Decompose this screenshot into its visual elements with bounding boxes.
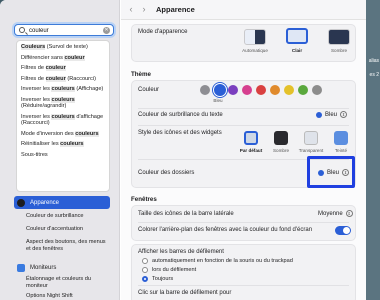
mode-auto-thumb[interactable] bbox=[244, 29, 266, 45]
selected-color-label: Bleu bbox=[213, 98, 223, 103]
clear-search-icon[interactable]: ✕ bbox=[103, 27, 110, 34]
folder-color-label: Couleur des dossiers bbox=[138, 170, 195, 176]
icon-style-transparent[interactable] bbox=[304, 131, 318, 145]
color-swatch[interactable] bbox=[284, 85, 294, 95]
forward-button[interactable]: › bbox=[138, 4, 150, 16]
mode-light-thumb[interactable] bbox=[286, 28, 308, 44]
system-settings-window: ✕ Couleurs (Survol de texte) Différencie… bbox=[0, 0, 366, 300]
icon-style-default[interactable] bbox=[244, 131, 258, 145]
radio-label: Toujours bbox=[152, 276, 174, 282]
divider bbox=[138, 125, 349, 126]
search-result[interactable]: Sous-titres bbox=[17, 152, 109, 159]
sidebar-item-monitors[interactable]: Moniteurs bbox=[14, 261, 110, 274]
icon-style-label-item: Par défaut bbox=[239, 148, 263, 153]
color-swatch[interactable] bbox=[242, 85, 252, 95]
highlight-color-popup[interactable]: Bleu ⇕ bbox=[316, 111, 348, 118]
icon-style-tinted[interactable] bbox=[334, 131, 348, 145]
tint-window-label: Colorer l'arrière-plan des fenêtres avec… bbox=[138, 227, 313, 233]
sidebar-icon-size-label: Taille des icônes de la barre latérale bbox=[138, 211, 234, 217]
scrollbars-label: Afficher les barres de défilement bbox=[138, 249, 224, 255]
color-swatch[interactable] bbox=[228, 85, 238, 95]
annotation-highlight-box bbox=[307, 156, 355, 188]
sidebar-subitem[interactable]: Options Night Shift bbox=[26, 293, 110, 300]
appearance-icon bbox=[17, 198, 25, 207]
search-result[interactable]: Filtres de couleur (Raccourci) bbox=[17, 75, 109, 83]
page-title: Apparence bbox=[156, 5, 195, 14]
scroll-option-scrolling[interactable]: lors du défilement bbox=[142, 267, 196, 273]
color-swatch[interactable] bbox=[270, 85, 280, 95]
theme-section-title: Thème bbox=[131, 71, 151, 78]
appearance-mode-label: Mode d'apparence bbox=[138, 29, 188, 35]
search-results-list: Couleurs (Survol de texte) Différencier … bbox=[16, 40, 110, 192]
radio-label: lors du défilement bbox=[152, 267, 197, 273]
search-result[interactable]: Différencier sans couleur bbox=[17, 54, 109, 62]
popup-value: Moyenne bbox=[318, 210, 343, 217]
windows-card: Taille des icônes de la barre latérale M… bbox=[131, 205, 356, 241]
search-result[interactable]: Inverser les couleurs (Réduire/agrandir) bbox=[17, 96, 109, 110]
divider bbox=[138, 285, 349, 286]
radio-button[interactable] bbox=[142, 276, 148, 282]
sidebar-item-appearance[interactable]: Apparence bbox=[14, 196, 110, 209]
mode-dark-thumb[interactable] bbox=[328, 29, 350, 45]
color-dot-icon bbox=[316, 111, 322, 118]
search-result[interactable]: Inverser les couleurs d'affichage (Racco… bbox=[17, 113, 109, 127]
titlebar: ‹ › Apparence bbox=[121, 0, 366, 20]
sidebar: ✕ Couleurs (Survol de texte) Différencie… bbox=[0, 0, 120, 300]
sidebar-icon-size-popup[interactable]: Moyenne ⇕ bbox=[318, 210, 353, 217]
divider bbox=[138, 222, 349, 223]
radio-label: automatiquement en fonction de la souris… bbox=[152, 258, 293, 264]
chevron-updown-icon: ⇕ bbox=[340, 111, 348, 118]
color-swatch[interactable] bbox=[298, 85, 308, 95]
search-result[interactable]: Mode d'inversion des couleurs bbox=[17, 130, 109, 138]
color-label: Couleur bbox=[138, 87, 160, 93]
sidebar-subitem[interactable]: Couleur d'accentuation bbox=[26, 226, 110, 233]
search-icon bbox=[19, 27, 25, 33]
search-result[interactable]: Couleurs (Survol de texte) bbox=[17, 44, 109, 51]
highlight-color-label: Couleur de surbrillance du texte bbox=[138, 112, 223, 118]
mode-option-label: Sombre bbox=[330, 48, 348, 53]
icon-style-label-item: Teinté bbox=[334, 148, 348, 153]
windows-section-title: Fenêtres bbox=[131, 196, 157, 203]
appearance-mode-card: Mode d'apparence Automatique Clair Sombr… bbox=[131, 24, 356, 62]
search-field[interactable]: ✕ bbox=[14, 24, 114, 36]
chevron-updown-icon: ⇕ bbox=[345, 210, 353, 217]
icon-style-label-item: Sombre bbox=[272, 148, 290, 153]
sidebar-subitem[interactable]: Étalonnage et couleurs du moniteur bbox=[26, 276, 110, 289]
divider bbox=[138, 108, 349, 109]
radio-button[interactable] bbox=[142, 267, 148, 273]
mode-option-label: Automatique bbox=[242, 48, 268, 53]
color-swatch[interactable] bbox=[256, 85, 266, 95]
color-swatch[interactable] bbox=[312, 85, 322, 95]
search-result[interactable]: Réinitialiser les couleurs bbox=[17, 141, 109, 148]
sidebar-subitem[interactable]: Couleur de surbrillance bbox=[26, 213, 110, 220]
icon-style-label-item: Transparent bbox=[298, 148, 324, 153]
search-result[interactable]: Inverser les couleurs (Affichage) bbox=[17, 86, 109, 93]
color-swatch[interactable] bbox=[200, 85, 210, 95]
display-icon bbox=[17, 263, 25, 272]
sidebar-item-label: Apparence bbox=[30, 199, 60, 206]
icon-style-dark[interactable] bbox=[274, 131, 288, 145]
sidebar-item-label: Moniteurs bbox=[30, 264, 57, 271]
popup-value: Bleu bbox=[325, 111, 338, 118]
sidebar-subitem[interactable]: Aspect des boutons, des menus et des fen… bbox=[26, 239, 110, 252]
scrollbars-card: Afficher les barres de défilement automa… bbox=[131, 244, 356, 300]
tint-window-toggle[interactable] bbox=[335, 226, 351, 235]
mode-option-label: Clair bbox=[291, 48, 303, 53]
color-swatch[interactable] bbox=[214, 84, 226, 96]
search-input[interactable] bbox=[29, 26, 99, 35]
settings-pane: ‹ › Apparence Mode d'apparence Automatiq… bbox=[121, 0, 366, 300]
scroll-option-auto[interactable]: automatiquement en fonction de la souris… bbox=[142, 258, 293, 264]
back-button[interactable]: ‹ bbox=[125, 4, 137, 16]
icon-style-label: Style des icônes et des widgets bbox=[138, 130, 222, 136]
scroll-option-always[interactable]: Toujours bbox=[142, 276, 173, 282]
search-result[interactable]: Filtres de couleur bbox=[17, 65, 109, 72]
scroll-click-label: Clic sur la barre de défilement pour bbox=[138, 290, 232, 296]
color-swatch-row bbox=[200, 84, 356, 97]
radio-button[interactable] bbox=[142, 258, 148, 264]
